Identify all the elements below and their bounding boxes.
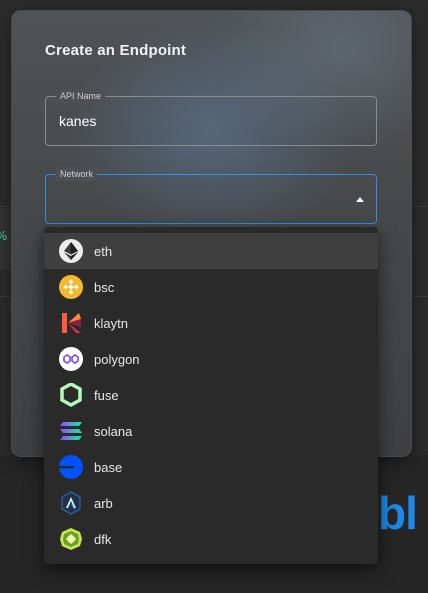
ethereum-icon	[59, 239, 83, 263]
bnb-icon	[59, 275, 83, 299]
network-option-dfk[interactable]: dfk	[44, 521, 378, 557]
background-brand-text: bl	[378, 487, 418, 539]
polygon-icon	[59, 347, 83, 371]
option-label: dfk	[94, 531, 112, 547]
dfk-icon	[59, 527, 83, 551]
network-option-bsc[interactable]: bsc	[44, 269, 378, 305]
modal-title: Create an Endpoint	[45, 42, 187, 59]
option-label: fuse	[94, 387, 119, 403]
network-option-base[interactable]: base	[44, 449, 378, 485]
api-name-label: API Name	[56, 89, 106, 103]
network-select[interactable]: Network	[45, 167, 377, 224]
option-label: base	[94, 459, 123, 475]
option-label: polygon	[94, 351, 140, 367]
network-option-klaytn[interactable]: klaytn	[44, 305, 378, 341]
fuse-icon	[59, 383, 83, 407]
network-label: Network	[56, 167, 98, 181]
option-label: klaytn	[94, 315, 128, 331]
option-label: solana	[94, 423, 133, 439]
network-option-eth[interactable]: eth	[44, 233, 378, 269]
background-percent-text: %	[0, 229, 7, 243]
klaytn-icon	[59, 311, 83, 335]
base-icon	[59, 455, 83, 479]
arbitrum-icon	[59, 491, 83, 515]
option-label: eth	[94, 243, 113, 259]
caret-up-icon[interactable]	[356, 197, 364, 202]
option-label: bsc	[94, 279, 115, 295]
network-option-solana[interactable]: solana	[44, 413, 378, 449]
network-option-fuse[interactable]: fuse	[44, 377, 378, 413]
network-option-polygon[interactable]: polygon	[44, 341, 378, 377]
network-option-arb[interactable]: arb	[44, 485, 378, 521]
api-name-field[interactable]: API Name kanes	[45, 89, 377, 146]
solana-icon	[59, 419, 83, 443]
network-dropdown: eth bsc klaytn polygon fuse solana base …	[44, 227, 378, 564]
api-name-value[interactable]: kanes	[59, 113, 96, 129]
option-label: arb	[94, 495, 113, 511]
